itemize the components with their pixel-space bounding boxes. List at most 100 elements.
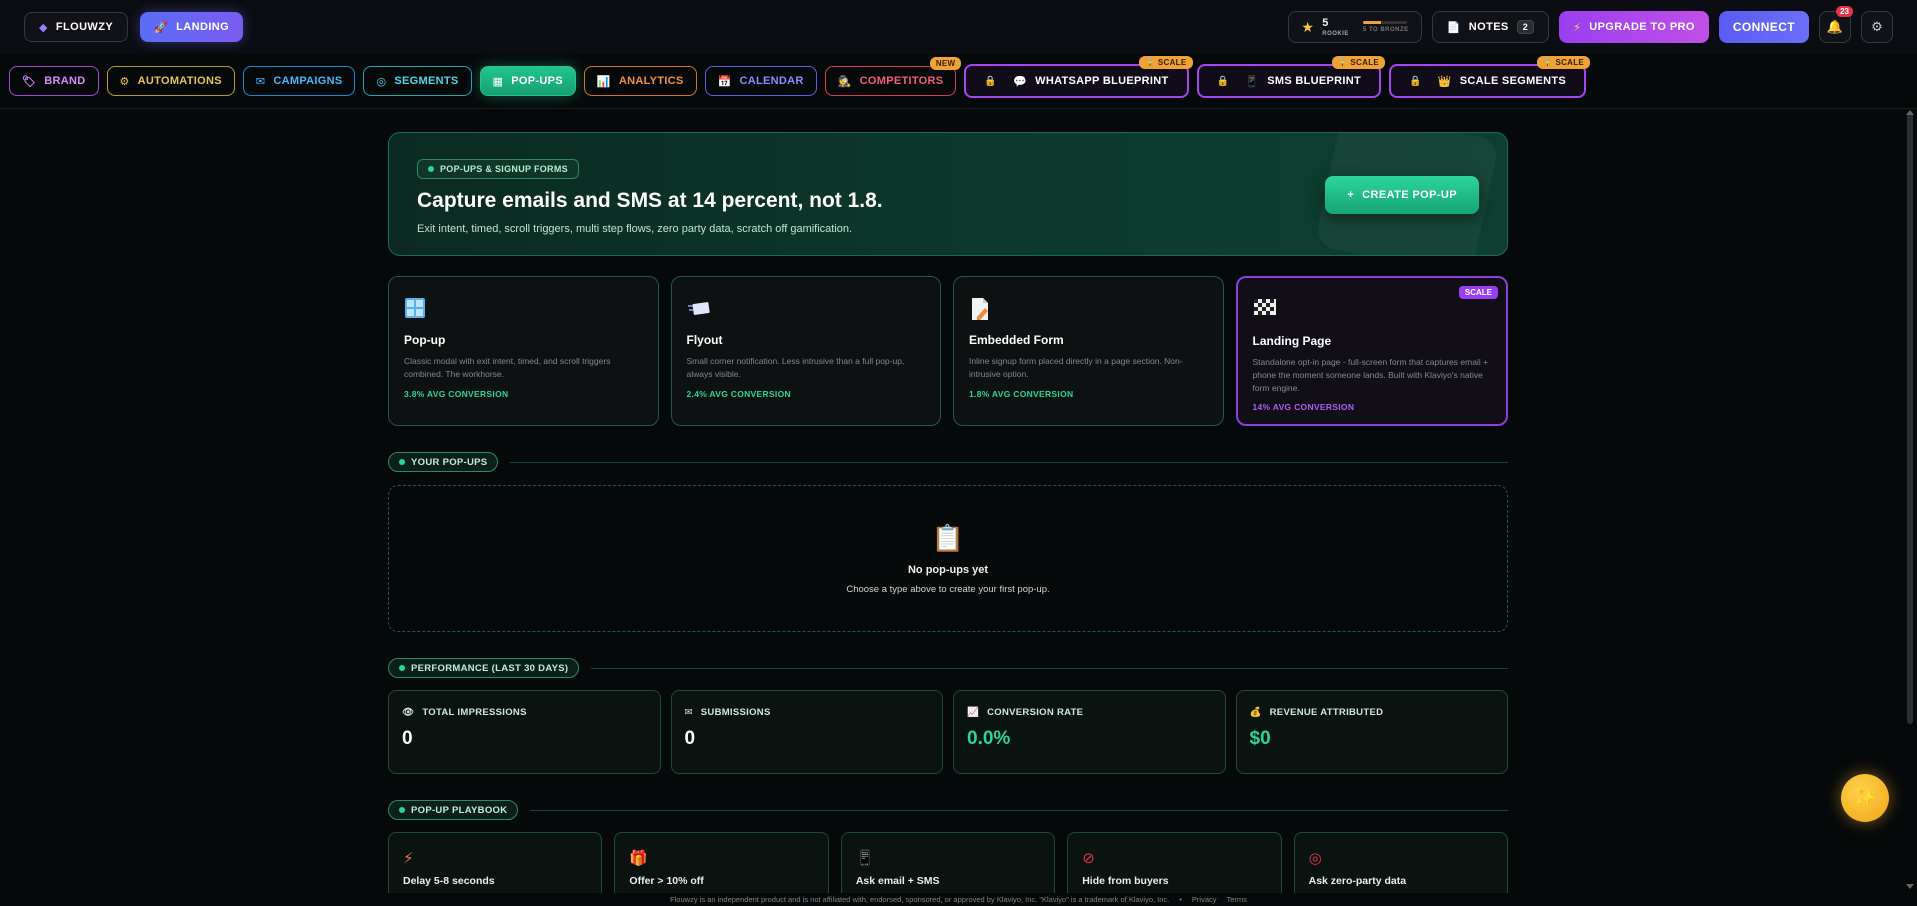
stat-card-revenue: 💰 REVENUE ATTRIBUTED $0: [1235, 690, 1508, 774]
notification-count-badge: 23: [1836, 6, 1853, 17]
type-description: Small corner notification. Less intrusiv…: [686, 356, 905, 379]
bolt-icon: ⚡: [1573, 21, 1582, 34]
tab-brand-label: BRAND: [44, 75, 86, 87]
rocket-icon: 🚀: [154, 21, 169, 34]
tab-campaigns[interactable]: ✉ CAMPAIGNS: [242, 66, 356, 96]
type-card-landing-page[interactable]: SCALE Landing Page Standalone opt-in pag…: [1235, 276, 1508, 426]
xp-rank: ROOKIE: [1322, 30, 1349, 37]
empty-subtitle: Choose a type above to create your first…: [846, 583, 1050, 595]
settings-button[interactable]: ⚙: [1861, 11, 1893, 43]
gear-icon: ⚙: [119, 75, 130, 88]
notes-icon: 📄: [1446, 21, 1461, 34]
upgrade-button[interactable]: ⚡ UPGRADE TO PRO: [1559, 11, 1709, 43]
playbook-card[interactable]: ⚡ Delay 5-8 seconds: [388, 832, 603, 902]
divider: [591, 667, 1508, 669]
notes-label: NOTES: [1468, 21, 1509, 33]
xp-status[interactable]: ★ 5 ROOKIE 5 TO BRONZE: [1288, 11, 1422, 43]
tab-analytics[interactable]: 📊 ANALYTICS: [583, 66, 697, 96]
stat-value: $0: [1249, 728, 1271, 749]
empty-state: 📋 No pop-ups yet Choose a type above to …: [388, 485, 1508, 632]
status-dot: [399, 665, 405, 671]
tab-segments[interactable]: ◎ SEGMENTS: [363, 66, 472, 96]
popup-type-list: Pop-up Classic modal with exit intent, t…: [388, 276, 1508, 426]
section-title: YOUR POP-UPS: [411, 456, 488, 468]
type-title: Landing Page: [1252, 334, 1332, 348]
landing-button[interactable]: 🚀 LANDING: [140, 12, 244, 42]
tab-campaigns-label: CAMPAIGNS: [273, 75, 343, 87]
tab-popups[interactable]: ▦ POP-UPS: [479, 66, 576, 96]
stat-card-impressions: 👁 TOTAL IMPRESSIONS 0: [388, 690, 661, 774]
tab-brand[interactable]: 🏷 BRAND: [9, 66, 99, 96]
privacy-link[interactable]: Privacy: [1192, 895, 1217, 904]
landing-label: LANDING: [176, 21, 230, 33]
tab-sms-blueprint[interactable]: 🔒 📱 SMS BLUEPRINT 🔒 SCALE: [1196, 56, 1386, 98]
tab-competitors[interactable]: 🕵 COMPETITORS NEW: [824, 57, 962, 96]
type-card-embedded-form[interactable]: Embedded Form Inline signup form placed …: [953, 276, 1224, 426]
playbook-title: Delay 5-8 seconds: [403, 875, 495, 887]
chat-icon: 💬: [1013, 75, 1028, 88]
tab-calendar[interactable]: 📅 CALENDAR: [704, 66, 817, 96]
playbook-card[interactable]: 🎁 Offer > 10% off: [614, 832, 829, 902]
notifications-button[interactable]: 🔔 23: [1819, 6, 1853, 43]
playbook-card[interactable]: ⊘ Hide from buyers: [1067, 832, 1282, 902]
bar-chart-icon: 📊: [596, 75, 611, 88]
footer-disclaimer: Flouwzy is an independent product and is…: [670, 895, 1170, 904]
xp-next: 5 TO BRONZE: [1362, 27, 1409, 33]
phone-icon: 📱: [855, 850, 875, 867]
tab-scale-segments-label: SCALE SEGMENTS: [1459, 75, 1567, 87]
notes-count-badge: 2: [1516, 20, 1535, 34]
stat-card-conversion-rate: 📈 CONVERSION RATE 0.0%: [953, 690, 1226, 774]
tab-calendar-label: CALENDAR: [739, 75, 804, 87]
tab-analytics-label: ANALYTICS: [618, 75, 684, 87]
playbook-card[interactable]: 📱 Ask email + SMS: [840, 832, 1056, 902]
calendar-icon: 📅: [717, 75, 732, 88]
type-description: Classic modal with exit intent, timed, a…: [404, 356, 611, 379]
tab-automations[interactable]: ⚙ AUTOMATIONS: [106, 66, 235, 96]
status-dot: [399, 459, 405, 465]
stat-value: 0.0%: [967, 728, 1011, 749]
scale-badge-label: SCALE: [1157, 58, 1187, 67]
stat-label: REVENUE ATTRIBUTED: [1269, 707, 1384, 718]
main-content: POP-UPS & SIGNUP FORMS Capture emails an…: [388, 132, 1509, 902]
checkered-flag-icon: [1253, 298, 1492, 328]
type-description: Standalone opt-in page - full-screen for…: [1252, 357, 1489, 393]
section-chip: YOUR POP-UPS: [388, 452, 499, 472]
type-description: Inline signup form placed directly in a …: [969, 356, 1183, 379]
type-card-popup[interactable]: Pop-up Classic modal with exit intent, t…: [388, 276, 659, 426]
type-title: Pop-up: [404, 333, 446, 347]
tag-icon: 🏷: [22, 75, 37, 88]
upgrade-label: UPGRADE TO PRO: [1589, 21, 1695, 33]
create-popup-button[interactable]: + CREATE POP-UP: [1325, 176, 1479, 214]
terms-link[interactable]: Terms: [1227, 895, 1247, 904]
type-title: Flyout: [686, 333, 723, 347]
scale-badge: 🔒 SCALE: [1331, 56, 1386, 69]
target-icon: ◎: [1308, 850, 1322, 867]
stat-card-submissions: ✉ SUBMISSIONS 0: [670, 690, 943, 774]
page-title: Capture emails and SMS at 14 percent, no…: [417, 189, 883, 212]
connect-label: CONNECT: [1732, 20, 1795, 34]
section-chip: POP-UP PLAYBOOK: [388, 800, 519, 820]
type-title: Embedded Form: [969, 333, 1064, 347]
scroll-up-arrow[interactable]: [1906, 110, 1914, 115]
hero-banner: POP-UPS & SIGNUP FORMS Capture emails an…: [388, 132, 1508, 256]
gift-icon: 🎁: [629, 850, 649, 867]
sparkle-icon: ✨: [1853, 787, 1877, 808]
brand-label: FLOUWZY: [55, 21, 114, 33]
scroll-down-arrow[interactable]: [1906, 884, 1914, 889]
scrollbar[interactable]: [1907, 112, 1913, 724]
assistant-button[interactable]: ✨: [1841, 774, 1889, 822]
brand-button[interactable]: ◆ FLOUWZY: [24, 12, 129, 42]
playbook-card[interactable]: ◎ Ask zero-party data: [1293, 832, 1509, 902]
type-card-flyout[interactable]: Flyout Small corner notification. Less i…: [670, 276, 941, 426]
xp-progress-bar: [1362, 21, 1407, 24]
notes-button[interactable]: 📄 NOTES 2: [1431, 11, 1550, 43]
create-popup-label: CREATE POP-UP: [1362, 189, 1457, 201]
tab-scale-segments[interactable]: 🔒 👑 SCALE SEGMENTS 🔒 SCALE: [1389, 56, 1591, 98]
lock-icon: 🔒: [1542, 58, 1553, 67]
performance-header: PERFORMANCE (LAST 30 DAYS): [388, 658, 1508, 678]
main-nav: 🏷 BRAND ⚙ AUTOMATIONS ✉ CAMPAIGNS ◎ SEGM…: [0, 54, 1917, 109]
lightning-icon: ⚡: [403, 850, 414, 867]
scale-badge-label: SCALE: [1555, 58, 1585, 67]
tab-whatsapp-blueprint[interactable]: 🔒 💬 WHATSAPP BLUEPRINT 🔒 SCALE: [964, 56, 1193, 98]
connect-button[interactable]: CONNECT: [1718, 11, 1809, 43]
